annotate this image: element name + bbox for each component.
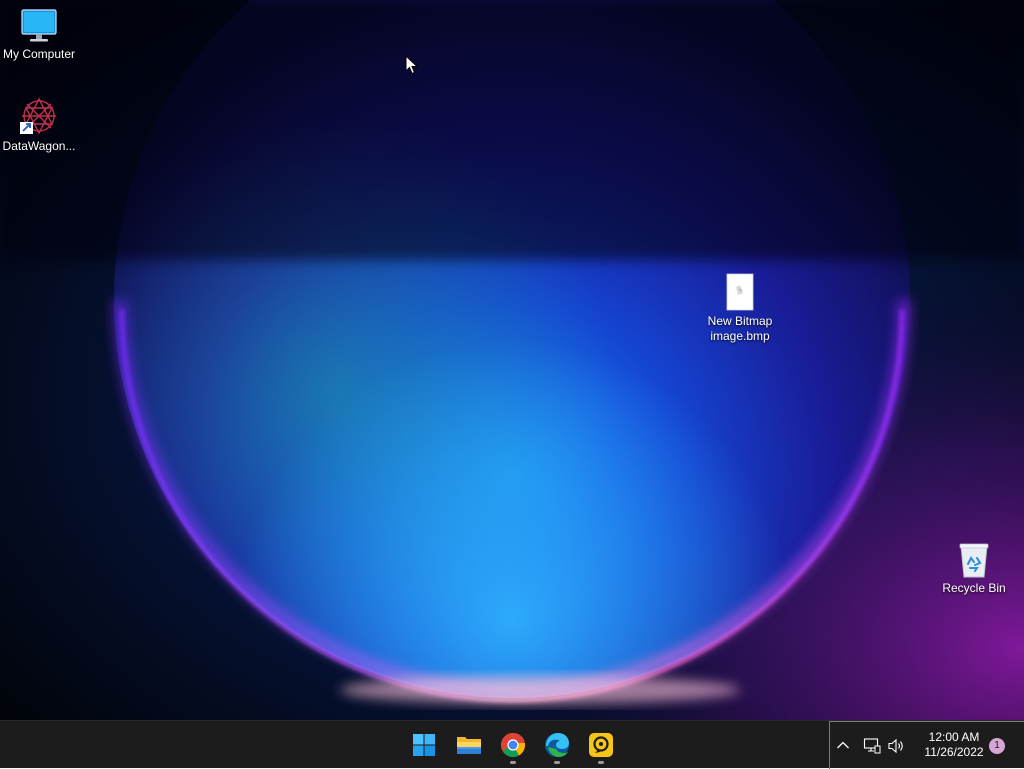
windows-start-icon <box>413 734 435 756</box>
recycle-bin-label: Recycle Bin <box>942 581 1006 595</box>
file-explorer-button[interactable] <box>449 725 489 765</box>
mouse-cursor-icon <box>405 55 419 75</box>
wallpaper <box>0 0 1024 720</box>
datawagon-label: DataWagon... <box>2 139 76 153</box>
edge-running-indicator <box>554 761 560 764</box>
bitmap-file-label: New Bitmap image.bmp <box>707 314 773 343</box>
clock-date: 11/26/2022 <box>924 745 984 759</box>
volume-icon[interactable] <box>887 737 907 755</box>
bitmap-file-shortcut[interactable]: New Bitmap image.bmp <box>700 273 780 344</box>
bitmap-file-icon <box>726 273 754 311</box>
remote-app-running-indicator <box>598 761 604 764</box>
my-computer-label: My Computer <box>2 47 76 61</box>
edge-button[interactable] <box>537 725 577 765</box>
taskbar: 12:00 AM 11/26/2022 1 <box>0 720 1024 769</box>
folder-icon <box>457 737 481 754</box>
monitor-icon <box>21 9 57 42</box>
chrome-button[interactable] <box>493 725 533 765</box>
remote-app-icon <box>589 733 613 757</box>
start-button[interactable] <box>404 725 444 765</box>
clock-time: 12:00 AM <box>928 730 980 744</box>
remote-app-button[interactable] <box>581 725 621 765</box>
chevron-up-icon[interactable] <box>836 739 850 751</box>
notification-badge[interactable]: 1 <box>989 738 1005 754</box>
network-icon[interactable] <box>863 737 881 755</box>
chrome-icon <box>500 732 526 758</box>
edge-icon <box>545 733 569 757</box>
datawagon-icon <box>20 97 56 135</box>
desktop[interactable]: My Computer DataWagon... New Bitmap imag… <box>0 0 1024 720</box>
my-computer-shortcut[interactable]: My Computer <box>0 8 79 62</box>
chrome-running-indicator <box>510 761 516 764</box>
recycle-bin-shortcut[interactable]: Recycle Bin <box>934 542 1014 596</box>
recycle-bin-icon <box>959 543 989 578</box>
clock[interactable]: 12:00 AM 11/26/2022 <box>916 730 992 760</box>
system-tray: 12:00 AM 11/26/2022 1 <box>829 721 1024 769</box>
datawagon-shortcut[interactable]: DataWagon... <box>0 96 79 154</box>
